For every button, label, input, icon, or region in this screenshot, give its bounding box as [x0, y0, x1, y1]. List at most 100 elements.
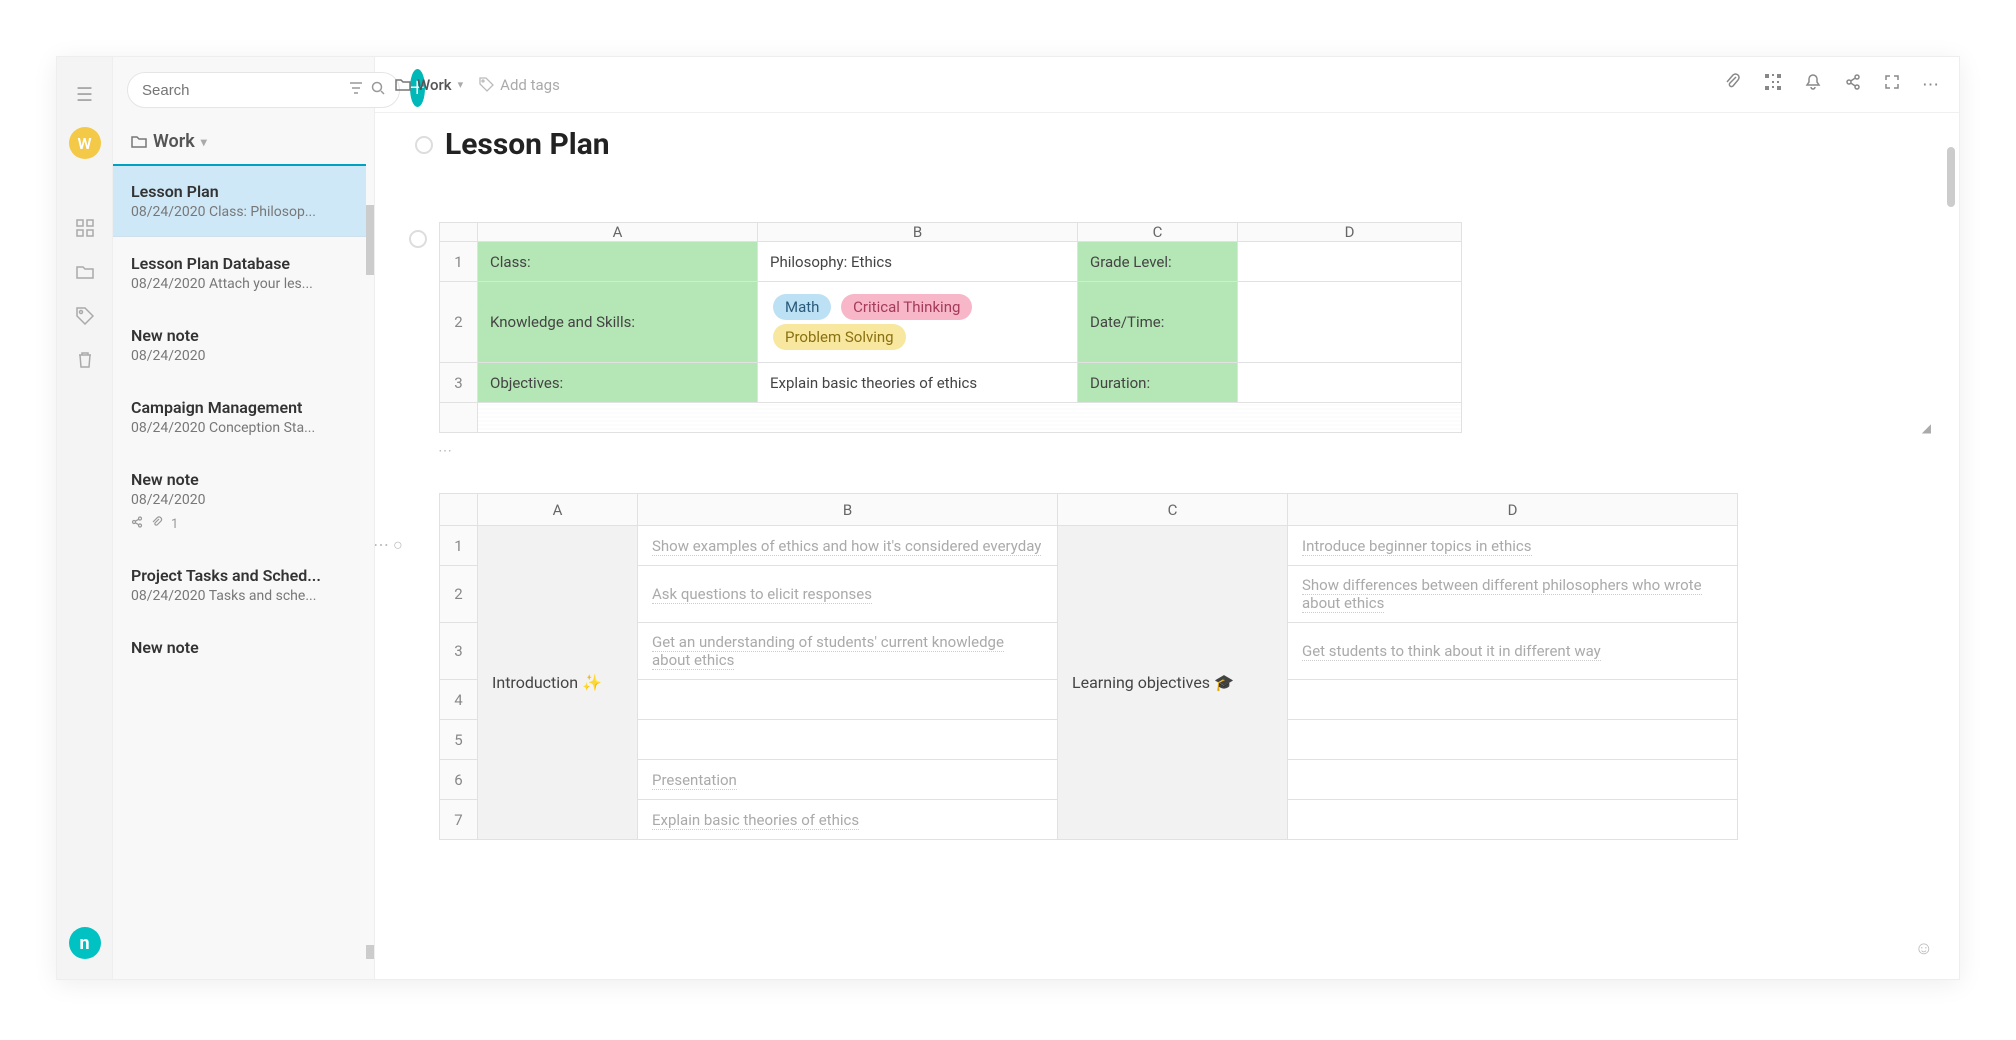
- search-box[interactable]: [127, 72, 400, 108]
- search-input[interactable]: [142, 82, 341, 99]
- note-title: Campaign Management: [131, 398, 348, 417]
- row-num[interactable]: 2: [440, 566, 478, 623]
- row-num[interactable]: 1: [440, 526, 478, 566]
- add-row-icon[interactable]: ⋯: [438, 443, 452, 459]
- cell-D6[interactable]: [1288, 760, 1738, 800]
- row-num[interactable]: 3: [440, 363, 478, 403]
- bell-icon[interactable]: [1804, 73, 1822, 96]
- resize-handle-icon[interactable]: ◢: [1922, 421, 1931, 435]
- breadcrumb-label: Work: [417, 76, 452, 94]
- col-D[interactable]: D: [1288, 494, 1738, 526]
- cell-B1[interactable]: Show examples of ethics and how it's con…: [638, 526, 1058, 566]
- cell-D4[interactable]: [1288, 680, 1738, 720]
- note-item-6[interactable]: New note: [113, 621, 366, 677]
- row-num[interactable]: 6: [440, 760, 478, 800]
- add-tags-label: Add tags: [500, 76, 560, 94]
- more-icon[interactable]: ⋯: [1922, 75, 1939, 95]
- cell-C1[interactable]: Grade Level:: [1078, 242, 1238, 282]
- emoji-icon[interactable]: ☺: [1915, 938, 1933, 959]
- row-num[interactable]: 5: [440, 720, 478, 760]
- row-num[interactable]: 2: [440, 282, 478, 363]
- table-1[interactable]: A B C D 1 Class: Philosophy: Ethics Grad…: [439, 222, 1462, 433]
- row-num[interactable]: 7: [440, 800, 478, 840]
- note-item-2[interactable]: New note 08/24/2020: [113, 309, 366, 381]
- col-C[interactable]: C: [1058, 494, 1288, 526]
- sidebar-scrollbar[interactable]: [366, 205, 374, 959]
- row-num[interactable]: 4: [440, 680, 478, 720]
- cell-B6[interactable]: Presentation: [638, 760, 1058, 800]
- table-2[interactable]: A B C D 1 Introduction ✨ Show examples o…: [439, 493, 1738, 840]
- folder-header[interactable]: Work ▾: [113, 123, 374, 164]
- cell-B5[interactable]: [638, 720, 1058, 760]
- filter-icon[interactable]: [349, 81, 363, 99]
- cell-A2[interactable]: Knowledge and Skills:: [478, 282, 758, 363]
- cell-D7[interactable]: [1288, 800, 1738, 840]
- cell-B2[interactable]: Math Critical Thinking Problem Solving: [758, 282, 1078, 363]
- cell-B2[interactable]: Ask questions to elicit responses: [638, 566, 1058, 623]
- menu-icon[interactable]: ☰: [74, 83, 96, 105]
- note-title: Lesson Plan Database: [131, 254, 348, 273]
- cell-D3[interactable]: Get students to think about it in differ…: [1288, 623, 1738, 680]
- cell-D2[interactable]: [1238, 282, 1462, 363]
- note-item-3[interactable]: Campaign Management 08/24/2020 Conceptio…: [113, 381, 366, 453]
- topbar: Work ▾ Add tags: [375, 57, 1959, 113]
- note-item-5[interactable]: Project Tasks and Sched... 08/24/2020 Ta…: [113, 549, 366, 621]
- note-meta: 1: [131, 516, 348, 532]
- row-num[interactable]: 3: [440, 623, 478, 680]
- cell-B3[interactable]: Explain basic theories of ethics: [758, 363, 1078, 403]
- cell-B4[interactable]: [638, 680, 1058, 720]
- cell-D5[interactable]: [1288, 720, 1738, 760]
- col-B[interactable]: B: [758, 223, 1078, 242]
- tag-icon: [479, 77, 494, 92]
- cell-A3[interactable]: Objectives:: [478, 363, 758, 403]
- cell-B3[interactable]: Get an understanding of students' curren…: [638, 623, 1058, 680]
- cell-D1[interactable]: Introduce beginner topics in ethics: [1288, 526, 1738, 566]
- note-title: New note: [131, 326, 348, 345]
- avatar[interactable]: W: [69, 127, 101, 159]
- topbar-actions: ⋯: [1724, 73, 1939, 96]
- todo-checkbox[interactable]: [415, 136, 433, 154]
- cell-D3[interactable]: [1238, 363, 1462, 403]
- pill-problem[interactable]: Problem Solving: [773, 324, 906, 350]
- note-item-0[interactable]: Lesson Plan 08/24/2020 Class: Philosop..…: [113, 164, 366, 237]
- main-scrollbar[interactable]: [1945, 147, 1957, 959]
- tag-icon[interactable]: [74, 305, 96, 327]
- col-A[interactable]: A: [478, 223, 758, 242]
- expand-icon[interactable]: [1884, 74, 1900, 95]
- note-subtitle: 08/24/2020: [131, 348, 348, 364]
- col-A[interactable]: A: [478, 494, 638, 526]
- cell-D2[interactable]: Show differences between different philo…: [1288, 566, 1738, 623]
- cell-D1[interactable]: [1238, 242, 1462, 282]
- cell-A1[interactable]: Class:: [478, 242, 758, 282]
- attach-icon[interactable]: [1724, 73, 1742, 96]
- trash-icon[interactable]: [74, 349, 96, 371]
- empty-row[interactable]: [478, 403, 1462, 433]
- note-item-4[interactable]: New note 08/24/2020 1: [113, 453, 366, 549]
- cell-C3[interactable]: Duration:: [1078, 363, 1238, 403]
- note-title: Lesson Plan: [131, 182, 348, 201]
- cell-objectives[interactable]: Learning objectives 🎓: [1058, 526, 1288, 840]
- pill-math[interactable]: Math: [773, 294, 831, 320]
- breadcrumb[interactable]: Work ▾: [395, 76, 463, 94]
- block-handle[interactable]: [409, 230, 427, 248]
- cell-C2[interactable]: Date/Time:: [1078, 282, 1238, 363]
- qr-icon[interactable]: [1764, 73, 1782, 96]
- note-subtitle: 08/24/2020 Tasks and sche...: [131, 588, 348, 604]
- col-B[interactable]: B: [638, 494, 1058, 526]
- folder-icon[interactable]: [74, 261, 96, 283]
- grid-icon[interactable]: [74, 217, 96, 239]
- cell-B1[interactable]: Philosophy: Ethics: [758, 242, 1078, 282]
- cell-B7[interactable]: Explain basic theories of ethics: [638, 800, 1058, 840]
- col-D[interactable]: D: [1238, 223, 1462, 242]
- pill-critical[interactable]: Critical Thinking: [841, 294, 972, 320]
- note-list[interactable]: Lesson Plan 08/24/2020 Class: Philosop..…: [113, 164, 374, 979]
- cell-intro[interactable]: Introduction ✨: [478, 526, 638, 840]
- block-controls[interactable]: ⋯ ○: [375, 535, 403, 555]
- share-icon[interactable]: [1844, 73, 1862, 96]
- main: Work ▾ Add tags: [375, 57, 1959, 979]
- folder-label: Work: [153, 131, 195, 152]
- add-tags-hint[interactable]: Add tags: [479, 76, 560, 94]
- row-num[interactable]: 1: [440, 242, 478, 282]
- note-item-1[interactable]: Lesson Plan Database 08/24/2020 Attach y…: [113, 237, 366, 309]
- col-C[interactable]: C: [1078, 223, 1238, 242]
